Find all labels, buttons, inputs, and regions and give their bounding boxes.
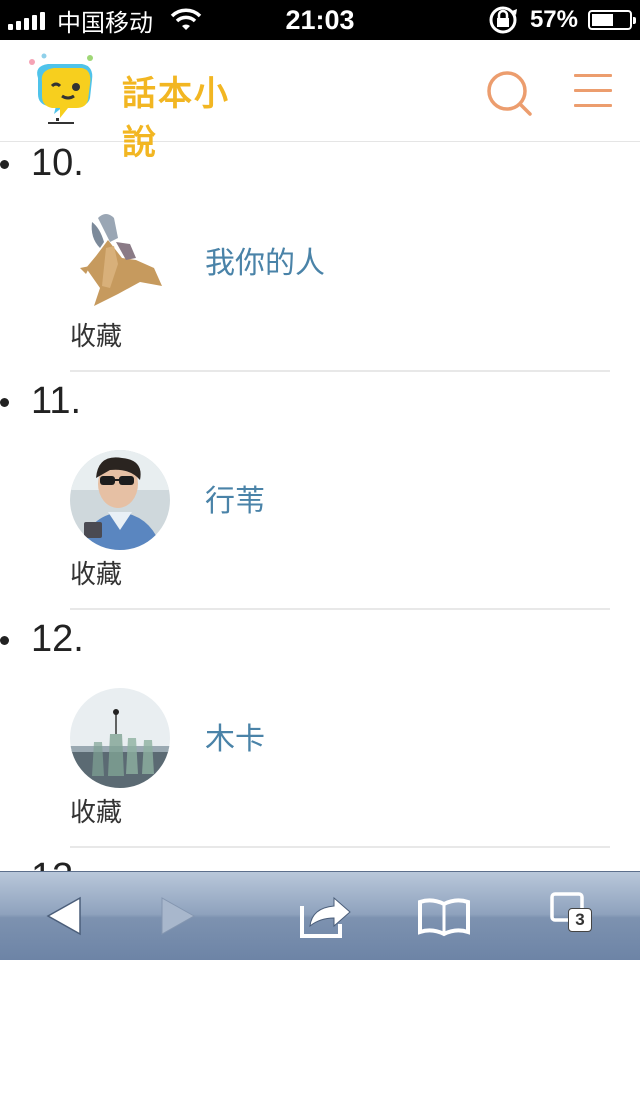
avatar[interactable] [70, 688, 170, 788]
item-divider [70, 608, 610, 610]
avatar[interactable] [70, 208, 170, 308]
list-item: 10. 我你的人 收藏 [0, 142, 640, 380]
bullet-icon [0, 398, 9, 407]
speech-bubble-logo-icon [29, 53, 93, 124]
favorite-button[interactable]: 收藏 [70, 316, 122, 353]
avatar[interactable] [70, 450, 170, 550]
battery-icon [588, 10, 636, 30]
book-icon [418, 898, 470, 937]
bullet-icon [0, 636, 9, 645]
list-item: 11. 行苇 收藏 [0, 380, 640, 618]
menu-icon [574, 74, 612, 77]
list-item: 12. 木卡 收藏 [0, 618, 640, 856]
tabs-count-badge: 3 [568, 908, 592, 932]
novel-title-link[interactable]: 木卡 [205, 714, 265, 758]
browser-toolbar: 3 [0, 871, 640, 960]
back-arrow-icon [46, 896, 81, 936]
person-photo-image [70, 450, 170, 550]
status-right: 57% [486, 0, 636, 40]
character-figure-image [80, 214, 162, 306]
search-icon [487, 71, 532, 116]
bookmarks-button[interactable] [414, 890, 474, 942]
novel-title-link[interactable]: 行苇 [205, 476, 265, 520]
site-header: 話本小說 [0, 40, 640, 163]
forward-arrow-icon [161, 897, 196, 935]
share-button[interactable] [296, 890, 356, 942]
menu-button[interactable] [572, 72, 614, 112]
item-number: 11. [31, 380, 82, 422]
bullet-icon [0, 160, 9, 169]
favorite-button[interactable]: 收藏 [70, 792, 122, 829]
item-number: 12. [31, 618, 84, 660]
bottles-photo-image [70, 688, 170, 788]
rotation-lock-icon [489, 6, 517, 34]
battery-level [592, 14, 613, 26]
item-divider [70, 370, 610, 372]
site-logo[interactable]: 話本小說 [22, 48, 262, 163]
forward-button[interactable] [146, 890, 206, 942]
search-button[interactable] [484, 68, 534, 118]
item-number: 10. [31, 142, 84, 184]
tabs-button[interactable]: 3 [540, 890, 600, 942]
item-divider [70, 846, 610, 848]
novel-title-link[interactable]: 我你的人 [205, 238, 325, 282]
battery-percentage: 57% [529, 6, 578, 33]
back-button[interactable] [36, 890, 96, 942]
favorite-button[interactable]: 收藏 [70, 554, 122, 591]
share-icon [300, 896, 351, 938]
status-bar: 中国移动 21:03 57% [0, 0, 640, 40]
